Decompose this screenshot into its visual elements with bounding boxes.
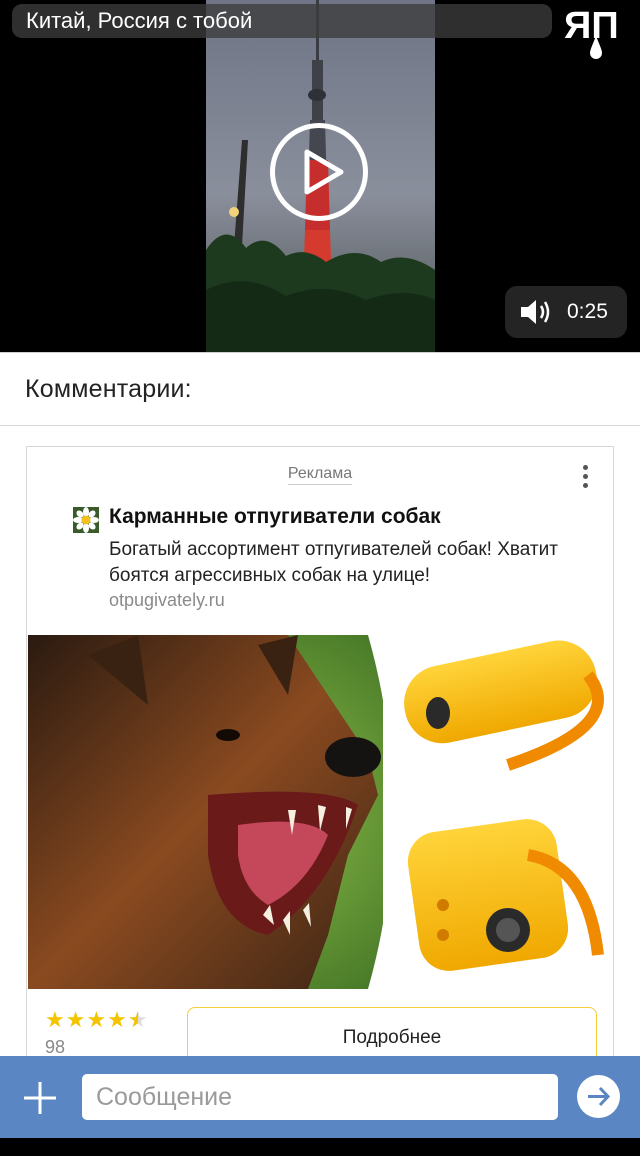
video-player[interactable]: Китай, Россия с тобой ЯП 0:25 (0, 0, 640, 352)
rating-stars: ★★★★★★ (45, 1007, 149, 1032)
ad-rating: ★★★★★★ 98 (45, 1007, 149, 1058)
ad-label: Реклама (27, 465, 613, 485)
ad-description: Богатый ассортимент отпугивателей собак!… (109, 539, 558, 586)
svg-text:ЯП: ЯП (564, 5, 619, 47)
yap-logo-icon[interactable]: ЯП (560, 2, 632, 62)
system-nav-strip (0, 1138, 640, 1156)
send-arrow-icon (588, 1086, 611, 1107)
comments-title: Комментарии: (25, 375, 192, 403)
message-input[interactable] (82, 1074, 558, 1120)
page: Китай, Россия с тобой ЯП 0:25 Комментари… (0, 0, 640, 1156)
video-duration: 0:25 (567, 300, 608, 323)
ad-url[interactable]: otpugivately.ru (109, 590, 225, 611)
ad-title[interactable]: Карманные отпугиватели собак (109, 505, 441, 529)
ad-card[interactable]: Реклама Карманные отпугиватели собак Бог… (26, 446, 614, 1086)
ad-label-text: Реклама (287, 465, 353, 485)
play-icon (304, 149, 344, 195)
plus-icon[interactable] (22, 1080, 58, 1116)
message-bar (0, 1056, 640, 1138)
play-button[interactable] (270, 123, 368, 221)
rating-count: 98 (45, 1037, 66, 1057)
more-vertical-icon[interactable] (575, 461, 595, 495)
video-title: Китай, Россия с тобой (12, 4, 552, 38)
comments-section-header: Комментарии: (0, 352, 640, 426)
flower-icon (73, 507, 99, 533)
send-button[interactable] (577, 1075, 620, 1118)
volume-control[interactable]: 0:25 (505, 286, 627, 338)
ad-image[interactable] (28, 635, 613, 989)
speaker-icon (521, 300, 550, 324)
